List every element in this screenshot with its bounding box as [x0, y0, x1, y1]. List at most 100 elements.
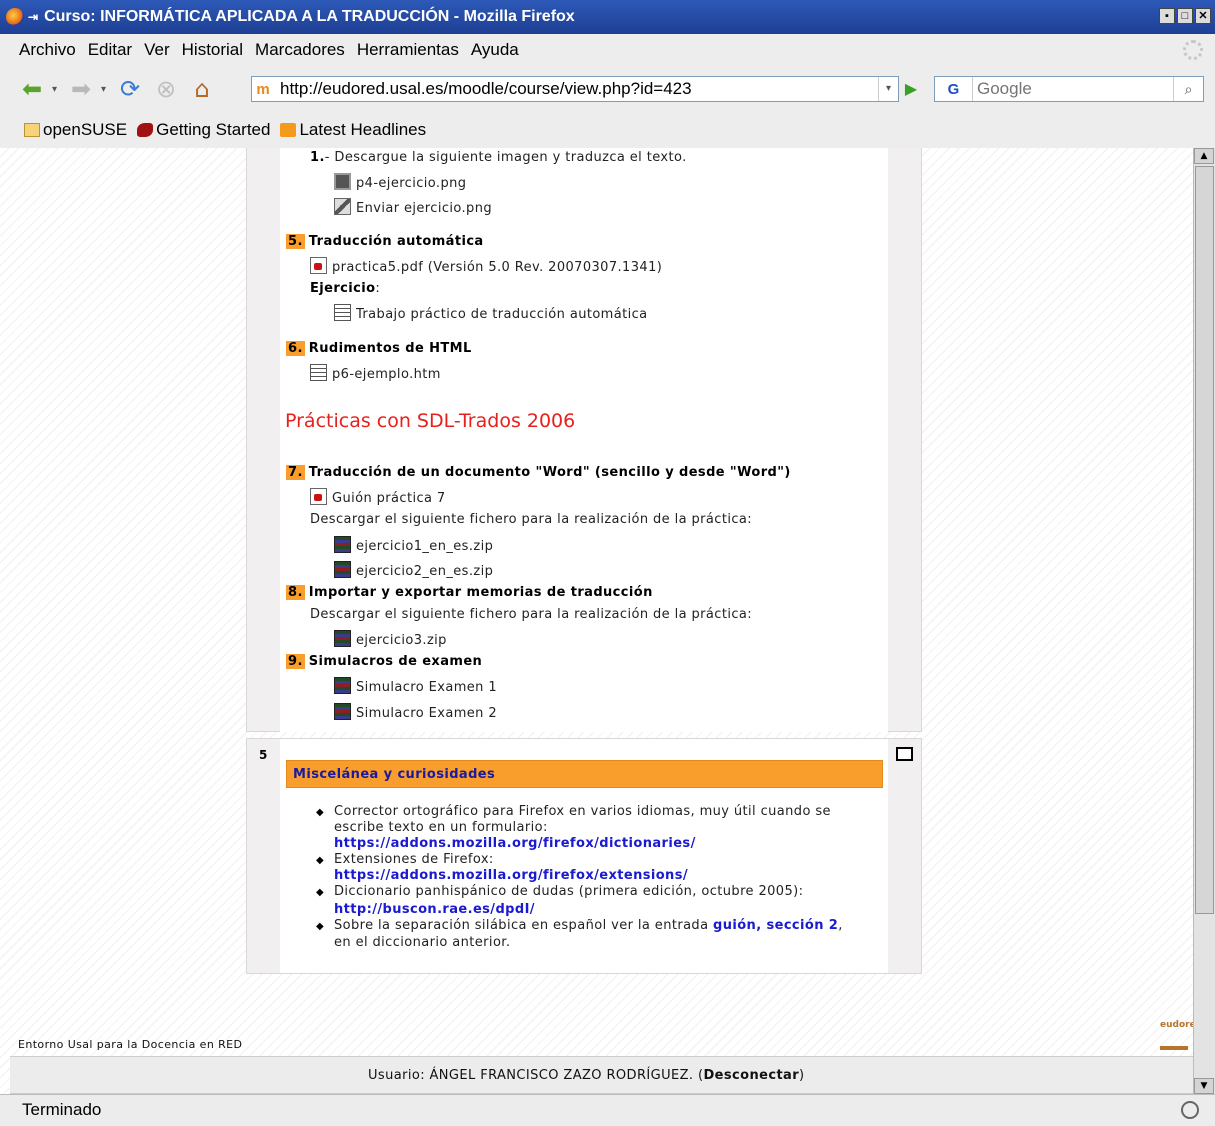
folder-icon [24, 123, 40, 137]
search-icon[interactable]: ⌕ [1173, 77, 1203, 101]
rss-icon [280, 123, 297, 137]
window-titlebar: ⇥ Curso: INFORMÁTICA APLICADA A LA TRADU… [0, 0, 1215, 34]
logout-link[interactable]: Desconectar [703, 1068, 799, 1083]
menu-ayuda[interactable]: Ayuda [468, 38, 522, 62]
section-number: 5 [259, 748, 268, 762]
url-bar[interactable]: m http://eudored.usal.es/moodle/course/v… [251, 76, 899, 102]
archive-icon [334, 536, 351, 553]
misc-item-1-line2: escribe texto en un formulario: [334, 820, 548, 835]
bookmark-getting-started[interactable]: Getting Started [137, 120, 270, 140]
misc-item-4-line1: Sobre la separación silábica en español … [334, 918, 843, 933]
link-dictionaries[interactable]: https://addons.mozilla.org/firefox/dicti… [334, 836, 696, 851]
pin-icon[interactable]: ⇥ [28, 10, 38, 24]
archive-icon [334, 630, 351, 647]
window-controls: ▪ □ ✕ [1159, 8, 1211, 24]
document-icon [310, 364, 327, 381]
trados-heading: Prácticas con SDL-Trados 2006 [285, 410, 576, 432]
geeko-icon [137, 123, 154, 137]
search-input[interactable] [973, 78, 1173, 100]
download-note: Descargar el siguiente fichero para la r… [310, 607, 753, 622]
bullet-icon: ◆ [316, 807, 324, 818]
page-viewport: 1.- Descargue la siguiente imagen y trad… [0, 148, 1193, 1094]
user-info-bar: Usuario: ÁNGEL FRANCISCO ZAZO RODRÍGUEZ.… [10, 1056, 1193, 1094]
archive-icon [334, 561, 351, 578]
resource-ejercicio2-zip[interactable]: ejercicio2_en_es.zip [334, 561, 493, 579]
resource-trabajo-practico[interactable]: Trabajo práctico de traducción automátic… [334, 304, 648, 322]
menu-historial[interactable]: Historial [179, 38, 246, 62]
close-button[interactable]: ✕ [1195, 8, 1211, 24]
forward-dropdown-icon[interactable]: ▾ [101, 84, 106, 95]
minimize-button[interactable]: ▪ [1159, 8, 1175, 24]
menu-archivo[interactable]: Archivo [16, 38, 79, 62]
eudored-logo[interactable]: eudored [1160, 1020, 1193, 1050]
forward-arrow-icon[interactable]: ➡ [65, 74, 97, 104]
archive-icon [334, 703, 351, 720]
archive-icon [334, 677, 351, 694]
back-arrow-icon[interactable]: ⬅ [16, 74, 48, 104]
bookmark-opensuse[interactable]: openSUSE [24, 120, 127, 140]
scroll-up-icon[interactable]: ▲ [1194, 148, 1214, 164]
pdf-icon [310, 488, 327, 505]
misc-item-1-line1: Corrector ortográfico para Firefox en va… [334, 804, 831, 819]
maximize-button[interactable]: □ [1177, 8, 1193, 24]
resource-p6-ejemplo[interactable]: p6-ejemplo.htm [310, 364, 441, 382]
status-bar: Terminado [0, 1094, 1215, 1126]
misc-item-4-line2: en el diccionario anterior. [334, 935, 511, 950]
section-heading-bar: Miscelánea y curiosidades [286, 760, 883, 788]
resource-ejercicio3-zip[interactable]: ejercicio3.zip [334, 630, 447, 648]
assignment-enviar-ejercicio[interactable]: Enviar ejercicio.png [334, 198, 492, 216]
bullet-icon: ◆ [316, 921, 324, 932]
resource-practica5-pdf[interactable]: practica5.pdf (Versión 5.0 Rev. 20070307… [310, 257, 662, 275]
resource-simulacro-2[interactable]: Simulacro Examen 2 [334, 703, 497, 721]
user-info-text: Usuario: ÁNGEL FRANCISCO ZAZO RODRÍGUEZ.… [368, 1068, 805, 1083]
resource-simulacro-1[interactable]: Simulacro Examen 1 [334, 677, 497, 695]
stop-icon[interactable]: ⊗ [150, 74, 182, 104]
link-guion[interactable]: guión, sección 2 [713, 918, 838, 933]
menu-editar[interactable]: Editar [85, 38, 135, 62]
step-1-text: 1.- Descargue la siguiente imagen y trad… [310, 150, 687, 165]
go-arrow-icon[interactable]: ▶ [901, 79, 921, 99]
resource-ejercicio1-zip[interactable]: ejercicio1_en_es.zip [334, 536, 493, 554]
url-text[interactable]: http://eudored.usal.es/moodle/course/vie… [280, 79, 878, 99]
back-dropdown-icon[interactable]: ▾ [52, 84, 57, 95]
topic-9-title: 9. Simulacros de examen [286, 654, 483, 669]
status-icon[interactable] [1181, 1101, 1199, 1119]
reload-icon[interactable]: ⟳ [114, 74, 146, 104]
scroll-thumb[interactable] [1195, 166, 1214, 914]
bookmarks-toolbar: openSUSE Getting Started Latest Headline… [0, 112, 1215, 148]
resource-p4-ejercicio[interactable]: p4-ejercicio.png [334, 173, 466, 191]
menu-herramientas[interactable]: Herramientas [354, 38, 462, 62]
misc-item-3-line1: Diccionario panhispánico de dudas (prime… [334, 884, 804, 899]
assignment-icon [334, 198, 351, 215]
menu-bar: Archivo Editar Ver Historial Marcadores … [0, 34, 1215, 66]
download-note: Descargar el siguiente fichero para la r… [310, 512, 753, 527]
pdf-icon [310, 257, 327, 274]
url-history-dropdown-icon[interactable]: ▾ [878, 77, 898, 101]
topic-7-title: 7. Traducción de un documento "Word" (sen… [286, 465, 791, 480]
search-bar[interactable]: G ⌕ [934, 76, 1204, 102]
footer-site-name: Entorno Usal para la Docencia en RED [18, 1038, 243, 1051]
topic-8-title: 8. Importar y exportar memorias de traduc… [286, 585, 653, 600]
resource-guion-practica-7[interactable]: Guión práctica 7 [310, 488, 446, 506]
menu-marcadores[interactable]: Marcadores [252, 38, 348, 62]
bookmark-label: Latest Headlines [299, 120, 427, 139]
bullet-icon: ◆ [316, 887, 324, 898]
bookmark-latest-headlines[interactable]: Latest Headlines [280, 120, 426, 140]
topic-5-title: 5. Traducción automática [286, 234, 484, 249]
firefox-icon [6, 8, 24, 26]
link-dpd[interactable]: http://buscon.rae.es/dpdI/ [334, 902, 535, 917]
vertical-scrollbar[interactable]: ▲ ▼ [1193, 148, 1215, 1094]
exercise-label: Ejercicio: [310, 281, 381, 296]
document-icon [334, 304, 351, 321]
google-engine-icon[interactable]: G [935, 77, 973, 101]
bookmark-label: openSUSE [43, 120, 128, 139]
section-heading: Miscelánea y curiosidades [293, 767, 496, 782]
link-extensions[interactable]: https://addons.mozilla.org/firefox/exten… [334, 868, 688, 883]
window-title: Curso: INFORMÁTICA APLICADA A LA TRADUCC… [44, 8, 575, 25]
menu-ver[interactable]: Ver [141, 38, 173, 62]
home-icon[interactable]: ⌂ [186, 74, 218, 104]
highlight-checkbox[interactable] [896, 747, 913, 761]
scroll-down-icon[interactable]: ▼ [1194, 1078, 1214, 1094]
image-file-icon [334, 173, 351, 190]
navigation-toolbar: ⬅ ▾ ➡ ▾ ⟳ ⊗ ⌂ m http://eudored.usal.es/m… [0, 66, 1215, 112]
